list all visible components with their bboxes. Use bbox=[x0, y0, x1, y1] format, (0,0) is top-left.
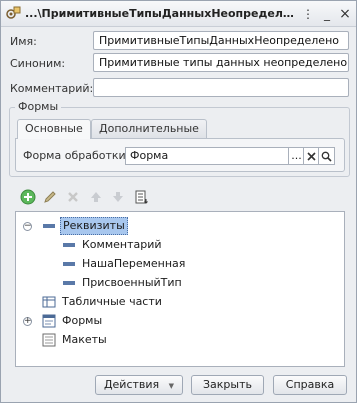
attribute-icon bbox=[63, 262, 75, 266]
name-field[interactable]: ПримитивныеТипыДанныхНеопределено bbox=[93, 31, 349, 50]
tree-node-label: Табличные части bbox=[62, 295, 162, 308]
tree-node-layouts[interactable]: Макеты bbox=[42, 331, 142, 349]
edit-icon[interactable] bbox=[42, 189, 58, 205]
forms-group-title: Формы bbox=[15, 100, 62, 113]
grip-icon[interactable]: ⋮ bbox=[300, 6, 316, 22]
expand-forms-toggle[interactable]: + bbox=[23, 317, 32, 326]
sort-list-icon[interactable] bbox=[133, 189, 149, 205]
move-down-icon[interactable] bbox=[110, 189, 126, 205]
help-button[interactable]: Справка bbox=[273, 375, 347, 395]
processing-form-label: Форма обработки: bbox=[23, 149, 130, 162]
title-bar: ...\ПримитивныеТипыДанныхНеопределено ⋮ … bbox=[1, 1, 356, 27]
close-window-button[interactable]: Закрыть bbox=[191, 375, 264, 395]
tree-node-tabular-sections[interactable]: Табличные части bbox=[42, 293, 192, 311]
comment-label: Комментарий: bbox=[10, 82, 94, 95]
attributes-icon bbox=[43, 224, 55, 228]
actions-button-label: Действия bbox=[103, 378, 160, 391]
metadata-tree[interactable]: − Реквизиты Комментарий НашаПеременная П… bbox=[15, 211, 345, 367]
tree-node-comment[interactable]: Комментарий bbox=[62, 236, 202, 254]
processing-icon bbox=[6, 6, 21, 19]
open-form-button[interactable] bbox=[318, 147, 335, 165]
table-icon bbox=[42, 296, 56, 308]
tree-node-forms[interactable]: Формы bbox=[42, 312, 142, 330]
form-icon bbox=[42, 314, 56, 328]
tree-node-label: Макеты bbox=[62, 333, 107, 346]
processing-object-window: ...\ПримитивныеТипыДанныхНеопределено ⋮ … bbox=[0, 0, 357, 403]
minimize-button[interactable]: _ bbox=[319, 6, 335, 22]
synonym-field[interactable]: Примитивные типы данных неопределено bbox=[93, 53, 349, 72]
magnifier-icon bbox=[321, 151, 332, 162]
move-up-icon[interactable] bbox=[88, 189, 104, 205]
actions-button[interactable]: Действия ▼ bbox=[95, 375, 183, 395]
tree-node-label: ПрисвоенныйТип bbox=[82, 276, 182, 289]
name-label: Имя: bbox=[10, 35, 37, 48]
tab-main[interactable]: Основные bbox=[17, 119, 91, 139]
synonym-label: Синоним: bbox=[10, 57, 66, 70]
tree-node-label: Комментарий bbox=[82, 238, 162, 251]
tree-node-our-variable[interactable]: НашаПеременная bbox=[62, 255, 212, 273]
processing-form-field[interactable]: Форма bbox=[125, 147, 289, 165]
delete-icon[interactable] bbox=[65, 189, 81, 205]
layout-icon bbox=[42, 333, 56, 347]
tree-node-label: Формы bbox=[62, 314, 103, 327]
tree-node-label: НашаПеременная bbox=[82, 257, 186, 270]
tree-node-assigned-type[interactable]: ПрисвоенныйТип bbox=[62, 274, 212, 292]
tree-node-attributes[interactable]: Реквизиты bbox=[42, 217, 162, 235]
window-title: ...\ПримитивныеТипыДанныхНеопределено bbox=[25, 7, 295, 20]
dropdown-arrow-icon: ▼ bbox=[168, 382, 175, 390]
close-button[interactable]: × bbox=[337, 6, 353, 22]
attribute-icon bbox=[63, 243, 75, 247]
collapse-attributes-toggle[interactable]: − bbox=[23, 222, 32, 231]
add-icon[interactable] bbox=[20, 189, 36, 205]
comment-field[interactable] bbox=[93, 78, 349, 97]
clear-icon bbox=[307, 152, 316, 161]
tree-node-label: Реквизиты bbox=[60, 217, 128, 235]
tab-additional[interactable]: Дополнительные bbox=[91, 119, 207, 138]
attribute-icon bbox=[63, 281, 75, 285]
